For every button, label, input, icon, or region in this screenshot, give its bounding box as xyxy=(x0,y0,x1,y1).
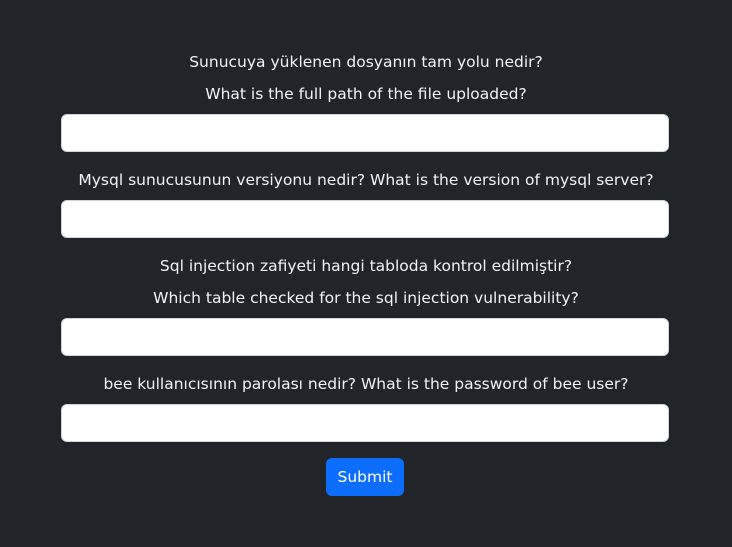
question-1-label-en: What is the full path of the file upload… xyxy=(205,85,527,103)
submit-button[interactable]: Submit xyxy=(326,458,404,496)
question-3-label-en: Which table checked for the sql injectio… xyxy=(153,289,579,307)
question-1-label-tr: Sunucuya yüklenen dosyanın tam yolu nedi… xyxy=(189,53,543,71)
mysql-version-input[interactable] xyxy=(61,200,669,238)
sqli-table-input[interactable] xyxy=(61,318,669,356)
bee-password-input[interactable] xyxy=(61,404,669,442)
question-2-label: Mysql sunucusunun versiyonu nedir? What … xyxy=(78,171,654,189)
question-3-label-tr: Sql injection zafiyeti hangi tabloda kon… xyxy=(159,257,573,275)
uploaded-file-path-input[interactable] xyxy=(61,114,669,152)
question-4-label: bee kullanıcısının parolası nedir? What … xyxy=(103,375,629,393)
quiz-form: Sunucuya yüklenen dosyanın tam yolu nedi… xyxy=(0,0,732,547)
